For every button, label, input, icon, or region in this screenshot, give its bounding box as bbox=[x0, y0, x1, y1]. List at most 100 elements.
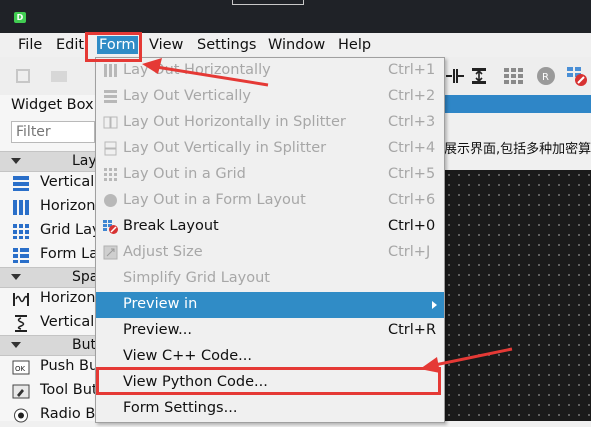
svg-text:R: R bbox=[542, 72, 549, 83]
widget-item[interactable]: Horizon bbox=[0, 287, 95, 311]
layout-horizontal-tool-icon[interactable] bbox=[444, 65, 466, 87]
submenu-arrow-icon bbox=[432, 301, 437, 309]
horizontal-spacer-icon bbox=[13, 293, 29, 306]
layout-horizontal-icon bbox=[104, 64, 117, 77]
menu-item-shortcut: Ctrl+6 bbox=[388, 192, 436, 208]
horizontal-layout-icon bbox=[13, 200, 29, 215]
category-buttons[interactable]: Butt bbox=[0, 335, 101, 356]
widget-filter-input[interactable] bbox=[11, 121, 95, 143]
menu-adjust-size[interactable]: Adjust Size Ctrl+J bbox=[96, 240, 444, 266]
menu-item-label: Preview... bbox=[123, 322, 192, 338]
menu-preview-in[interactable]: Preview in bbox=[96, 292, 444, 318]
menu-item-label: Lay Out in a Grid bbox=[123, 166, 246, 182]
widget-box: Widget Box Lay Vertical Horizon Grid Lay… bbox=[0, 95, 105, 423]
title-bar: D bbox=[0, 0, 591, 33]
menu-item-label: Lay Out in a Form Layout bbox=[123, 192, 306, 208]
menu-edit[interactable]: Edit bbox=[56, 36, 84, 54]
menu-form-settings[interactable]: Form Settings... bbox=[96, 396, 444, 422]
menu-item-label: Lay Out Horizontally bbox=[123, 62, 271, 78]
menu-file[interactable]: File bbox=[18, 36, 42, 54]
widget-item[interactable]: Tool Butt bbox=[0, 379, 103, 403]
app-icon: D bbox=[14, 12, 26, 23]
layout-form-tool-icon[interactable]: R bbox=[535, 65, 557, 87]
menu-item-label: Lay Out Vertically in Splitter bbox=[123, 140, 327, 156]
menu-item-label: Simplify Grid Layout bbox=[123, 270, 270, 286]
widget-item-label: Vertical bbox=[40, 174, 95, 190]
widget-item[interactable]: OK Push Bu bbox=[0, 355, 99, 379]
widget-item-label: Form La bbox=[40, 246, 99, 262]
category-spacers[interactable]: Spa bbox=[0, 267, 98, 288]
widget-item-label: Push Bu bbox=[40, 358, 99, 374]
menu-item-shortcut: Ctrl+3 bbox=[388, 114, 436, 130]
widget-item-label: Horizon bbox=[40, 198, 96, 214]
menu-item-shortcut: Ctrl+1 bbox=[388, 62, 436, 78]
category-label: Lay bbox=[72, 153, 97, 169]
menu-item-label: Lay Out Vertically bbox=[123, 88, 251, 104]
form-layout-icon bbox=[13, 248, 29, 263]
widget-item[interactable]: Radio Bu bbox=[0, 403, 105, 427]
widget-box-title: Widget Box bbox=[11, 97, 94, 113]
widget-item[interactable]: Grid Lay bbox=[0, 219, 101, 243]
vertical-layout-icon bbox=[13, 176, 29, 191]
menu-item-shortcut: Ctrl+0 bbox=[388, 218, 436, 234]
layout-grid-icon bbox=[104, 168, 117, 181]
menu-item-shortcut: Ctrl+J bbox=[388, 244, 431, 260]
menu-preview[interactable]: Preview... Ctrl+R bbox=[96, 318, 444, 344]
menu-item-label: Lay Out Horizontally in Splitter bbox=[123, 114, 346, 130]
menu-item-label: Preview in bbox=[123, 296, 198, 312]
widget-item-label: Tool Butt bbox=[40, 382, 104, 398]
form-canvas[interactable] bbox=[444, 170, 591, 421]
widget-item[interactable]: Horizon bbox=[0, 195, 95, 219]
widget-item-label: Vertical bbox=[40, 314, 95, 330]
menu-item-label: Adjust Size bbox=[123, 244, 203, 260]
menu-item-shortcut: Ctrl+R bbox=[388, 322, 437, 338]
adjust-size-icon bbox=[103, 245, 118, 260]
menu-item-label: View C++ Code... bbox=[123, 348, 252, 364]
menu-lay-out-form-layout[interactable]: Lay Out in a Form Layout Ctrl+6 bbox=[96, 188, 444, 214]
push-button-icon: OK bbox=[12, 360, 30, 375]
menu-lay-out-horizontally-splitter[interactable]: Lay Out Horizontally in Splitter Ctrl+3 bbox=[96, 110, 444, 136]
menu-lay-out-grid[interactable]: Lay Out in a Grid Ctrl+5 bbox=[96, 162, 444, 188]
widget-item[interactable]: Vertical bbox=[0, 311, 95, 335]
splitter-vertical-icon bbox=[104, 141, 117, 156]
widget-item-label: Horizon bbox=[40, 290, 96, 306]
property-header-strip bbox=[444, 95, 591, 113]
grid-layout-icon bbox=[13, 224, 29, 239]
menu-view[interactable]: View bbox=[149, 36, 183, 54]
menu-item-shortcut: Ctrl+5 bbox=[388, 166, 436, 182]
collapse-arrow-icon bbox=[11, 158, 21, 164]
form-menu-highlight-box bbox=[85, 32, 142, 62]
vertical-spacer-icon bbox=[15, 315, 27, 332]
menu-simplify-grid-layout[interactable]: Simplify Grid Layout bbox=[96, 266, 444, 292]
menu-item-label: Break Layout bbox=[123, 218, 219, 234]
menu-lay-out-horizontally[interactable]: Lay Out Horizontally Ctrl+1 bbox=[96, 58, 444, 84]
widget-item-label: Grid Lay bbox=[40, 222, 101, 238]
menu-break-layout[interactable]: Break Layout Ctrl+0 bbox=[96, 214, 444, 240]
menu-item-shortcut: Ctrl+4 bbox=[388, 140, 436, 156]
widget-item[interactable]: Vertical bbox=[0, 171, 95, 195]
window-tab[interactable] bbox=[232, 0, 304, 5]
menu-lay-out-vertically-splitter[interactable]: Lay Out Vertically in Splitter Ctrl+4 bbox=[96, 136, 444, 162]
layout-grid-tool-icon[interactable] bbox=[502, 65, 524, 87]
break-layout-tool-icon[interactable] bbox=[566, 65, 588, 87]
tool-button-icon bbox=[12, 384, 30, 399]
menu-item-label: Form Settings... bbox=[123, 400, 238, 416]
collapse-arrow-icon bbox=[11, 274, 21, 280]
break-layout-icon bbox=[103, 220, 118, 234]
menu-window[interactable]: Window bbox=[268, 36, 325, 54]
collapse-arrow-icon bbox=[11, 342, 21, 348]
menu-lay-out-vertically[interactable]: Lay Out Vertically Ctrl+2 bbox=[96, 84, 444, 110]
menu-settings[interactable]: Settings bbox=[197, 36, 256, 54]
radio-button-icon bbox=[14, 408, 28, 423]
menu-item-shortcut: Ctrl+2 bbox=[388, 88, 436, 104]
menu-help[interactable]: Help bbox=[338, 36, 371, 54]
layout-vertical-tool-icon[interactable] bbox=[468, 65, 490, 87]
tool-new-icon[interactable] bbox=[12, 65, 34, 87]
widget-item[interactable]: Form La bbox=[0, 243, 99, 267]
form-label-text: 展示界面,包括多种加密算 bbox=[444, 142, 591, 157]
tool-open-icon[interactable] bbox=[48, 65, 70, 87]
splitter-horizontal-icon bbox=[103, 116, 118, 129]
layout-vertical-icon bbox=[104, 90, 117, 103]
svg-text:OK: OK bbox=[15, 365, 26, 373]
category-layouts[interactable]: Lay bbox=[0, 151, 97, 172]
